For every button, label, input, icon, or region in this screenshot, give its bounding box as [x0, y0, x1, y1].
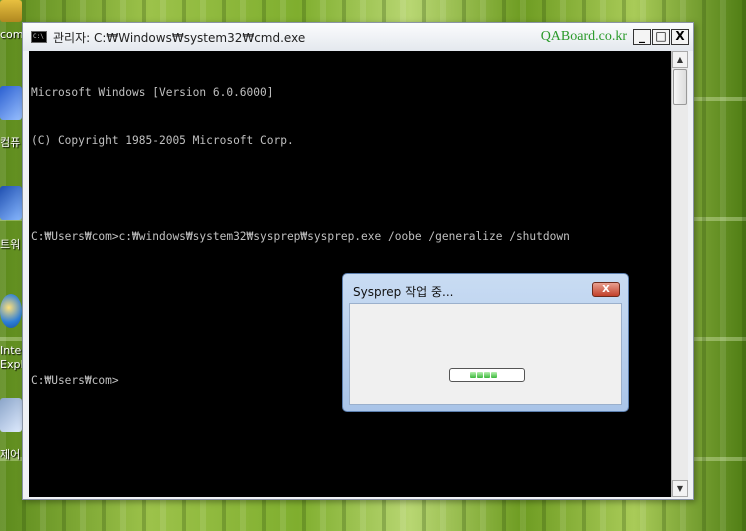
progress-segment [477, 372, 483, 378]
progress-segment [491, 372, 497, 378]
close-button[interactable]: X [671, 29, 689, 45]
console-line: Microsoft Windows [Version 6.0.6000] [31, 86, 274, 99]
console-line: C:₩Users₩com>c:₩windows₩system32₩sysprep… [31, 230, 570, 243]
scroll-down-arrow-icon[interactable]: ▼ [672, 480, 688, 497]
computer-icon[interactable] [0, 86, 22, 120]
desktop-icon-label: 제어 [0, 448, 21, 461]
desktop-icon-label: 컴퓨 [0, 136, 21, 149]
control-panel-icon[interactable] [0, 398, 22, 432]
dialog-title: Sysprep 작업 중... [353, 285, 454, 299]
watermark-text: QABoard.co.kr [540, 29, 627, 44]
sysprep-dialog[interactable]: Sysprep 작업 중... X [342, 273, 629, 412]
user-folder-icon[interactable] [0, 0, 22, 22]
window-title: 관리자: C:₩Windows₩system32₩cmd.exe [53, 30, 306, 45]
console-line: (C) Copyright 1985-2005 Microsoft Corp. [31, 134, 294, 147]
cmd-window[interactable]: C:\ 관리자: C:₩Windows₩system32₩cmd.exe QAB… [22, 22, 694, 500]
cmd-titlebar[interactable]: C:\ 관리자: C:₩Windows₩system32₩cmd.exe QAB… [23, 23, 693, 51]
progress-segment [470, 372, 476, 378]
desktop-icon-label: 트워 [0, 238, 21, 251]
network-icon[interactable] [0, 186, 22, 220]
desktop-icon-label: com [0, 28, 24, 41]
scrollbar-thumb[interactable] [673, 69, 687, 105]
cmd-app-icon[interactable]: C:\ [31, 31, 47, 43]
internet-explorer-icon[interactable] [0, 294, 22, 328]
vertical-scrollbar[interactable]: ▲ ▼ [671, 51, 688, 497]
progress-marquee [449, 368, 525, 382]
maximize-button[interactable]: □ [652, 29, 670, 45]
scroll-up-arrow-icon[interactable]: ▲ [672, 51, 688, 68]
minimize-button[interactable]: _ [633, 29, 651, 45]
dialog-close-button[interactable]: X [592, 282, 620, 297]
progress-segment [484, 372, 490, 378]
dialog-body [349, 303, 622, 405]
